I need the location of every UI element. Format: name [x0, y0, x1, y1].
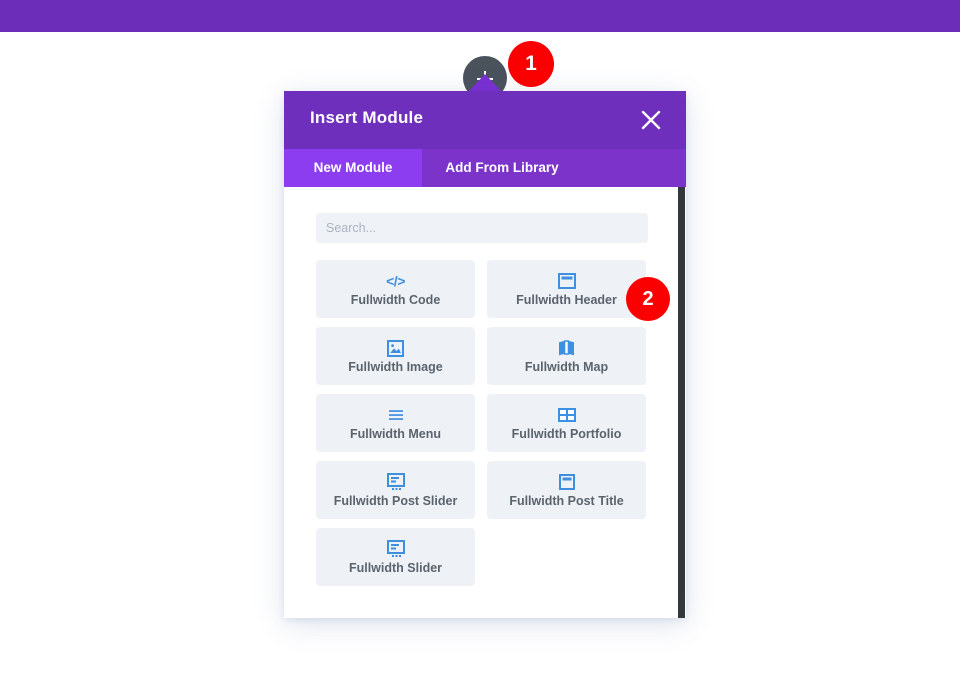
post-slider-icon: [386, 472, 405, 492]
module-tile-label: Fullwidth Code: [350, 293, 441, 307]
module-tile-fullwidth-header[interactable]: Fullwidth Header: [487, 260, 646, 318]
module-tile-label: Fullwidth Map: [524, 360, 609, 374]
module-tile-fullwidth-slider[interactable]: Fullwidth Slider: [316, 528, 475, 586]
modal-header: Insert Module: [284, 91, 686, 149]
step-badge-1: 1: [508, 41, 554, 87]
module-tile-label: Fullwidth Slider: [348, 561, 443, 575]
module-tile-label: Fullwidth Header: [516, 293, 617, 307]
menu-icon: [388, 405, 404, 425]
module-tile-fullwidth-portfolio[interactable]: Fullwidth Portfolio: [487, 394, 646, 452]
portfolio-grid-icon: [557, 405, 576, 425]
modal-scrollbar-track[interactable]: [678, 187, 686, 618]
module-tile-fullwidth-menu[interactable]: Fullwidth Menu: [316, 394, 475, 452]
modal-body: </> Fullwidth Code Fullwidth Header: [284, 187, 686, 618]
module-tile-fullwidth-post-title[interactable]: Fullwidth Post Title: [487, 461, 646, 519]
header-icon: [557, 271, 576, 291]
modal-title: Insert Module: [310, 108, 424, 127]
step-badge-2: 2: [626, 277, 670, 321]
module-tile-label: Fullwidth Post Title: [509, 494, 624, 508]
module-tile-fullwidth-image[interactable]: Fullwidth Image: [316, 327, 475, 385]
add-module-pointer-arrow: [468, 74, 502, 92]
tab-add-from-library[interactable]: Add From Library: [422, 149, 582, 187]
modal-scrollbar-thumb[interactable]: [678, 187, 685, 618]
module-grid: </> Fullwidth Code Fullwidth Header Full…: [316, 260, 650, 586]
search-input[interactable]: [316, 213, 648, 243]
module-tile-fullwidth-code[interactable]: </> Fullwidth Code: [316, 260, 475, 318]
map-icon: [558, 338, 575, 358]
modal-tab-bar: New Module Add From Library: [284, 149, 686, 187]
module-tile-fullwidth-map[interactable]: Fullwidth Map: [487, 327, 646, 385]
post-title-icon: [558, 472, 575, 492]
code-icon: </>: [386, 273, 405, 289]
module-tile-label: Fullwidth Menu: [350, 427, 441, 441]
module-tile-label: Fullwidth Image: [348, 360, 443, 374]
image-icon: [387, 338, 404, 358]
module-tile-label: Fullwidth Post Slider: [333, 494, 458, 508]
wordpress-admin-bar: [0, 0, 960, 32]
close-icon[interactable]: [638, 107, 664, 133]
tab-new-module[interactable]: New Module: [284, 149, 422, 187]
module-tile-label: Fullwidth Portfolio: [511, 427, 622, 441]
slider-icon: [386, 539, 405, 559]
module-tile-fullwidth-post-slider[interactable]: Fullwidth Post Slider: [316, 461, 475, 519]
insert-module-modal: Insert Module New Module Add From Librar…: [284, 91, 686, 618]
